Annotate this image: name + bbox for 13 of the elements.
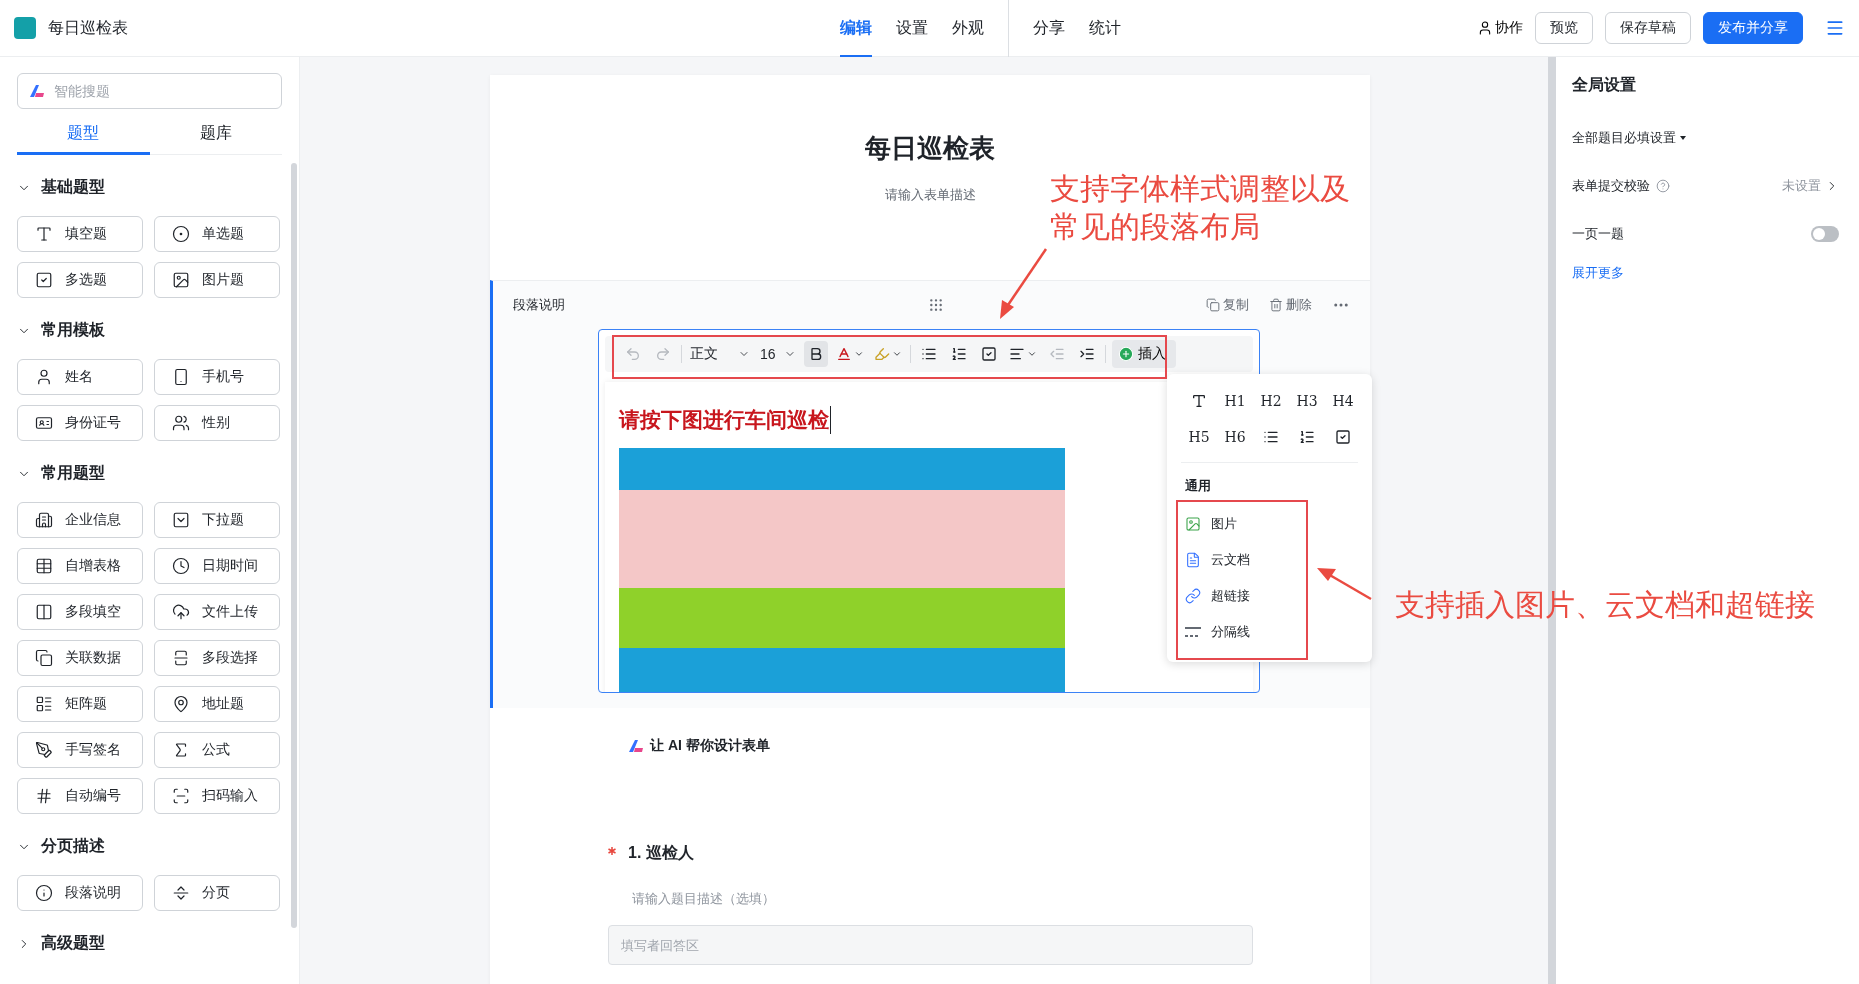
block-label: 段落说明 — [513, 296, 566, 314]
annotation-text: 支持插入图片、云文档和超链接 — [1395, 587, 1815, 623]
annotation-text: 支持字体样式调整以及 常见的段落布局 — [1050, 171, 1350, 245]
form-description: 请输入表单描述 — [884, 186, 976, 204]
panel-title: 全局设置 — [1572, 75, 1637, 95]
setting-label: 表单提交校验 — [1572, 177, 1650, 195]
app-title: 每日巡检表 — [48, 17, 129, 38]
setting-label: 一页一题 — [1572, 225, 1624, 243]
menu-section-title: 通用 — [1185, 477, 1212, 495]
form-title: 每日巡检表 — [865, 132, 995, 165]
question-description: 请输入题目描述（选填） — [632, 890, 776, 908]
paragraph-heading: 请按下图进行车间巡检 — [619, 406, 831, 434]
question-title: 1. 巡检人 — [628, 843, 694, 863]
